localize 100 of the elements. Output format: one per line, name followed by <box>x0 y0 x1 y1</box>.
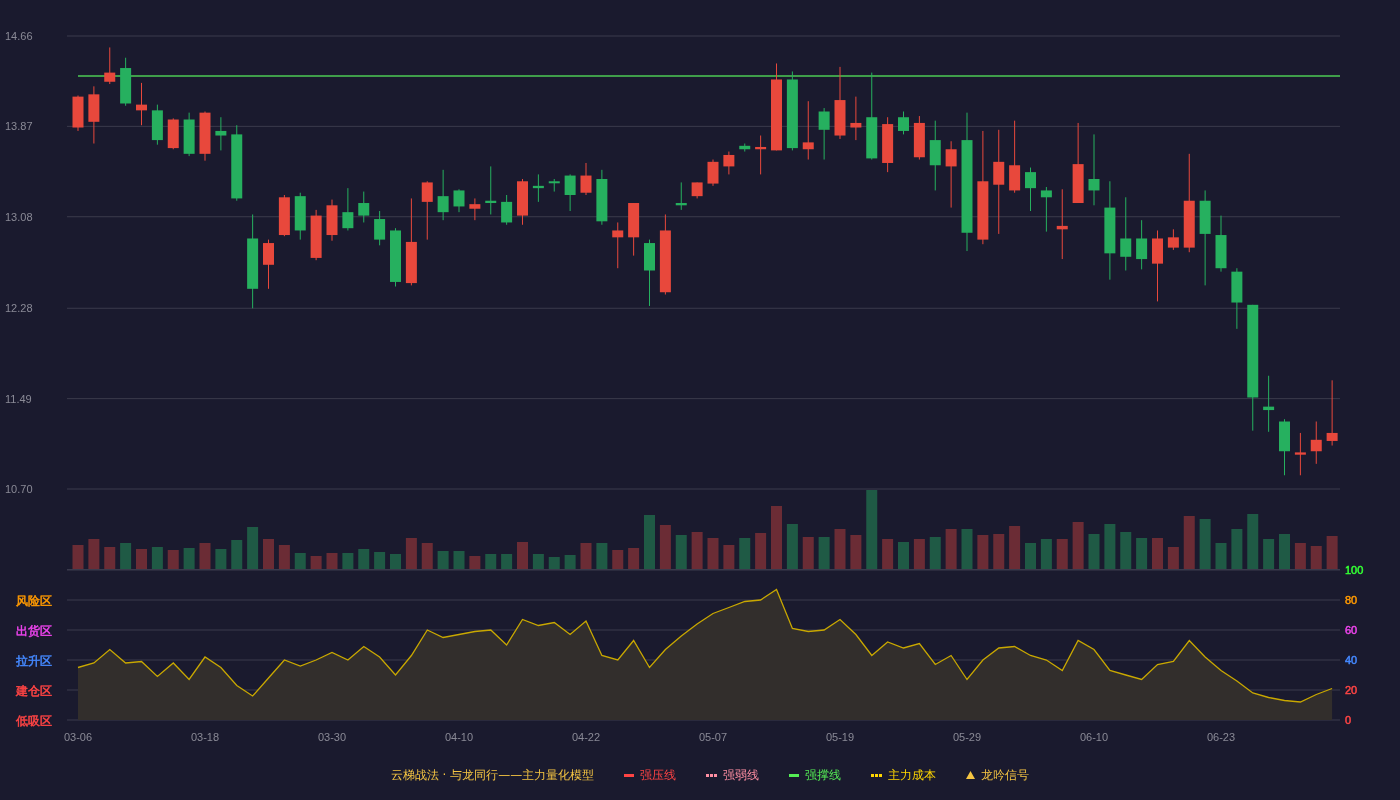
axis-label: 40 <box>1345 654 1358 666</box>
volume-bar <box>183 548 195 569</box>
volume-bar <box>358 549 370 569</box>
candlestick <box>644 239 655 307</box>
volume-bar <box>1263 539 1275 569</box>
volume-bar <box>723 545 735 569</box>
candlestick <box>1310 421 1322 465</box>
date-label: 03-18 <box>190 731 220 743</box>
candlestick <box>818 107 830 161</box>
volume-bar <box>755 533 767 569</box>
volume-bar <box>771 506 782 569</box>
volume-bar <box>707 538 719 569</box>
volume-bar <box>136 549 147 569</box>
candlestick <box>1136 219 1148 270</box>
volume-bar <box>580 543 592 569</box>
candlestick <box>437 169 449 221</box>
price-label: 13.87 <box>5 120 33 133</box>
volume-bar <box>469 556 481 569</box>
volume-bar <box>326 553 338 569</box>
volume-bar <box>1056 539 1068 569</box>
candlestick <box>342 187 354 231</box>
candlestick <box>72 95 84 132</box>
volume-bar <box>342 553 354 569</box>
volume-bar <box>628 548 640 569</box>
volume-bar <box>405 538 417 569</box>
candlestick <box>1326 379 1338 447</box>
candlestick <box>136 82 147 126</box>
legend-label: 龙吟信号 <box>981 766 1030 784</box>
date-label: 04-10 <box>444 731 474 743</box>
volume-bar <box>818 537 830 569</box>
volume-bar <box>612 550 624 569</box>
candlestick <box>199 111 211 162</box>
volume-bar <box>913 539 925 569</box>
price-label: 12.28 <box>5 302 33 315</box>
date-label: 05-29 <box>952 731 982 743</box>
volume-bar <box>1183 516 1195 569</box>
candlestick <box>802 100 814 161</box>
candlestick <box>485 165 497 215</box>
candlestick <box>326 199 338 242</box>
candlestick <box>167 117 179 150</box>
candlestick <box>183 112 195 157</box>
candlestick <box>88 85 100 145</box>
volume-bar <box>929 537 941 569</box>
volume-bar <box>151 547 163 569</box>
volume-bar <box>945 529 957 569</box>
volume-bar <box>739 538 751 569</box>
zone-label: 风险区 <box>16 594 52 608</box>
candlestick <box>1056 188 1068 260</box>
date-label: 04-22 <box>571 731 601 743</box>
candlestick <box>294 192 306 241</box>
volume-bar <box>1040 539 1052 569</box>
legend-label: 主力成本 <box>888 766 937 784</box>
candlestick <box>390 227 401 287</box>
volume-bar <box>215 549 227 569</box>
volume-bar <box>802 537 814 569</box>
candlestick <box>151 104 163 146</box>
candlestick <box>120 57 132 107</box>
candlestick <box>882 116 894 173</box>
volume-bar <box>310 556 322 569</box>
volume-bar <box>548 557 560 569</box>
volume-bar <box>247 527 259 569</box>
candlestick <box>1231 267 1243 330</box>
candlestick <box>278 194 290 237</box>
price-label: 14.66 <box>5 30 33 42</box>
volume-bar <box>1279 534 1290 569</box>
candlestick <box>532 173 544 203</box>
candlestick <box>596 169 608 226</box>
volume-bar <box>167 550 179 569</box>
zone-label: 低吸区 <box>16 714 52 728</box>
volume-bar <box>501 554 513 569</box>
volume-bar <box>898 542 909 569</box>
volume-bar <box>374 552 386 569</box>
legend-title: 云梯战法 · 与龙同行——主力量化模型 <box>390 766 595 784</box>
volume-bar <box>199 543 211 569</box>
volume-bar <box>1136 538 1148 569</box>
candlestick <box>612 221 624 269</box>
volume-bar <box>1088 534 1100 569</box>
legend-label: 强弱线 <box>723 766 760 784</box>
volume-bar <box>453 551 465 569</box>
volume-bar <box>104 547 116 569</box>
candlestick <box>564 173 576 212</box>
candlestick <box>548 178 560 193</box>
date-label: 03-30 <box>317 731 347 743</box>
candlestick <box>1294 432 1306 476</box>
candlestick <box>453 188 465 213</box>
candlestick <box>929 120 941 191</box>
volume-bar <box>1326 536 1338 569</box>
axis-label: 0 <box>1345 714 1352 726</box>
candlestick <box>755 135 767 175</box>
volume-bar <box>120 543 132 569</box>
candlestick <box>501 194 513 226</box>
volume-bar <box>564 555 576 569</box>
axis-label: 20 <box>1345 684 1358 696</box>
candlestick <box>707 159 719 187</box>
volume-bar <box>1310 546 1322 569</box>
volume-bar <box>294 553 306 569</box>
volume-bar <box>517 542 528 569</box>
zone-label: 拉升区 <box>16 654 52 668</box>
volume-bar <box>437 551 449 569</box>
volume-bar <box>1072 522 1084 569</box>
